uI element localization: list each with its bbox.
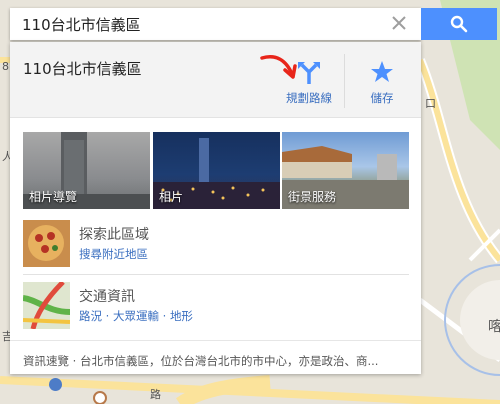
map-label: 口 xyxy=(425,97,436,110)
place-title: 110台北市信義區 xyxy=(23,60,142,78)
photo-tour-thumbnail[interactable]: 相片導覽 xyxy=(23,132,150,209)
save-label: 儲存 xyxy=(370,91,394,105)
traffic-map-image xyxy=(23,282,70,329)
search-button[interactable] xyxy=(421,8,497,40)
photo-label: 街景服務 xyxy=(288,190,337,204)
save-button[interactable]: 儲存 xyxy=(344,54,419,108)
quick-facts-text[interactable]: 資訊速覽 · 台北市信義區，位於台灣台北市的市中心，亦是政治、商... xyxy=(23,353,413,369)
poi-icon[interactable] xyxy=(49,378,62,391)
link-separator: · xyxy=(102,309,113,323)
terrain-link[interactable]: 地形 xyxy=(170,309,193,323)
street-view-thumbnail[interactable]: 街景服務 xyxy=(282,132,409,209)
search-input[interactable] xyxy=(10,8,382,40)
photo-label: 相片導覽 xyxy=(29,190,78,204)
pizza-image xyxy=(23,220,70,267)
explore-thumbnail xyxy=(23,220,70,267)
photo-label: 相片 xyxy=(159,190,184,204)
link-separator: · xyxy=(158,309,170,323)
search-box xyxy=(10,8,421,40)
explore-title: 探索此區域 xyxy=(79,227,149,243)
traffic-title: 交通資訊 xyxy=(79,289,135,305)
traffic-link[interactable]: 路況 xyxy=(79,309,102,323)
traffic-info-row[interactable]: 交通資訊 路況 · 大眾運輸 · 地形 xyxy=(23,282,409,336)
traffic-thumbnail xyxy=(23,282,70,329)
search-nearby-link[interactable]: 搜尋附近地區 xyxy=(79,247,148,261)
directions-icon xyxy=(298,62,320,84)
clear-search-button[interactable] xyxy=(387,12,411,36)
divider xyxy=(23,274,409,275)
map-label: 8 xyxy=(2,60,9,73)
star-icon xyxy=(371,61,393,82)
directions-button[interactable]: 規劃路線 xyxy=(272,54,346,108)
map-label: 喀 xyxy=(488,319,500,335)
directions-label: 規劃路線 xyxy=(286,91,332,105)
divider xyxy=(10,340,421,341)
photos-thumbnail[interactable]: 相片 xyxy=(153,132,280,209)
map-label: 路 xyxy=(150,388,161,401)
close-icon xyxy=(392,16,406,30)
poi-icon[interactable] xyxy=(93,391,107,404)
place-card: 110台北市信義區 規劃路線 儲存 相片導覽 相片 街景服務 探索此區域 搜尋附… xyxy=(10,42,421,374)
search-icon xyxy=(450,15,468,33)
explore-area-row[interactable]: 探索此區域 搜尋附近地區 xyxy=(23,220,409,274)
transit-link[interactable]: 大眾運輸 xyxy=(113,309,159,323)
place-header: 110台北市信義區 規劃路線 儲存 xyxy=(10,42,421,118)
